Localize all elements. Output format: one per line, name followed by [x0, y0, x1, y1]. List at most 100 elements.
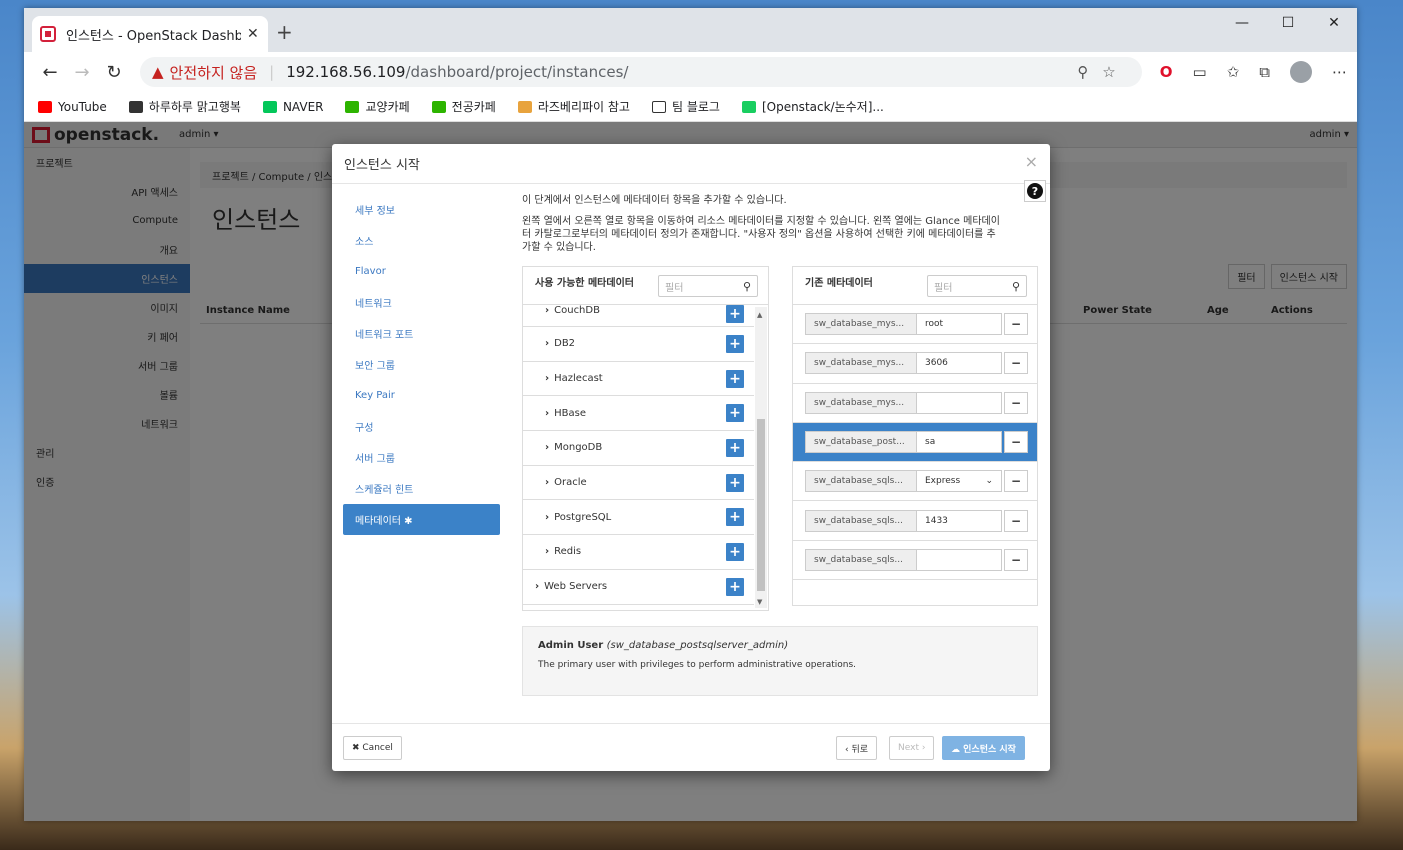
step-details[interactable]: 세부 정보 — [343, 194, 500, 225]
metadata-value-input[interactable]: 1433 — [917, 509, 1002, 532]
security-warning[interactable]: 안전하지 않음 — [170, 62, 258, 83]
remove-icon[interactable]: − — [1004, 470, 1028, 493]
zoom-favorite-icons[interactable]: ⚲☆ — [1077, 63, 1129, 81]
bookmark-label: YouTube — [58, 99, 107, 114]
add-icon[interactable]: + — [726, 542, 744, 561]
minimize-button[interactable]: — — [1219, 8, 1265, 38]
step-server-groups[interactable]: 서버 그룹 — [343, 442, 500, 473]
bookmark-raspberry[interactable]: 라즈베리파이 참고 — [517, 98, 630, 115]
metadata-value-input[interactable]: sa — [917, 431, 1002, 454]
forward-button[interactable]: → — [66, 62, 98, 83]
step-configuration[interactable]: 구성 — [343, 411, 500, 442]
url-field[interactable]: ▲ 안전하지 않음 | 192.168.56.109 /dashboard/pr… — [140, 57, 1142, 87]
tab-close-icon[interactable]: ✕ — [247, 26, 259, 42]
favorites-icon[interactable]: ✩ — [1227, 63, 1240, 81]
back-button[interactable]: ← — [34, 62, 66, 83]
existing-filter-input[interactable]: 필터 ⚲ — [927, 275, 1027, 297]
url-path: /dashboard/project/instances/ — [405, 63, 629, 81]
bookmark-team-blog[interactable]: 팀 블로그 — [651, 98, 720, 115]
bookmark-youtube[interactable]: YouTube — [38, 100, 107, 114]
help-button[interactable]: ? — [1024, 180, 1046, 202]
scroll-up-icon[interactable]: ▲ — [757, 311, 762, 319]
metadata-value-select[interactable]: Express ⌄ — [917, 470, 1002, 493]
add-icon[interactable]: + — [726, 334, 744, 353]
maximize-button[interactable]: ☐ — [1265, 8, 1311, 38]
profile-avatar[interactable] — [1290, 61, 1312, 83]
chevron-right-icon: › — [545, 511, 550, 523]
new-tab-button[interactable]: + — [276, 20, 293, 44]
launch-instance-submit-button[interactable]: ☁ 인스턴스 시작 — [942, 736, 1025, 760]
opera-extension-icon[interactable]: O — [1160, 63, 1173, 81]
list-item[interactable]: › MongoDB + — [523, 431, 754, 466]
metadata-row[interactable]: sw_database_mys... root − — [793, 305, 1037, 345]
list-item[interactable]: › DB2 + — [523, 327, 754, 362]
close-window-button[interactable]: ✕ — [1311, 8, 1357, 38]
list-item[interactable]: › PostgreSQL + — [523, 500, 754, 536]
step-security-groups[interactable]: 보안 그룹 — [343, 349, 500, 380]
cast-icon[interactable]: ▭ — [1193, 63, 1207, 81]
next-button[interactable]: Next › — [889, 736, 935, 760]
metadata-value-input[interactable]: root — [917, 313, 1002, 336]
chevron-right-icon: › — [545, 338, 550, 350]
remove-icon[interactable]: − — [1004, 548, 1028, 571]
info-title: Admin User (sw_database_postsqlserver_ad… — [538, 640, 1022, 651]
cancel-button[interactable]: ✖ Cancel — [343, 736, 402, 760]
step-scheduler-hints[interactable]: 스케쥴러 힌트 — [343, 473, 500, 504]
modal-close-button[interactable]: × — [1025, 152, 1038, 171]
add-icon[interactable]: + — [726, 508, 744, 527]
info-key: (sw_database_postsqlserver_admin) — [606, 640, 789, 651]
step-network-ports[interactable]: 네트워크 포트 — [343, 318, 500, 349]
scroll-thumb[interactable] — [757, 419, 765, 591]
step-networks[interactable]: 네트워크 — [343, 287, 500, 318]
step-flavor[interactable]: Flavor — [343, 256, 500, 287]
back-button[interactable]: ‹ 뒤로 — [836, 736, 878, 760]
bookmark-openstack[interactable]: [Openstack/논수저]... — [741, 98, 884, 115]
bookmark-1[interactable]: 하루하루 맑고행복 — [128, 98, 241, 115]
remove-icon[interactable]: − — [1004, 509, 1028, 532]
available-scrollbar[interactable]: ▲ ▼ — [755, 307, 767, 608]
metadata-value-input[interactable] — [917, 548, 1002, 571]
remove-icon[interactable]: − — [1004, 313, 1028, 336]
add-icon[interactable]: + — [726, 404, 744, 423]
available-filter-input[interactable]: 필터 ⚲ — [658, 275, 758, 297]
add-icon[interactable]: + — [726, 577, 744, 596]
intro-text: 이 단계에서 인스턴스에 메타데이터 항목을 추가할 수 있습니다. — [522, 195, 787, 206]
add-icon[interactable]: + — [726, 438, 744, 457]
metadata-key: sw_database_sqls... — [805, 509, 917, 532]
chevron-right-icon: › — [535, 581, 540, 593]
list-item[interactable]: › Web Servers + — [523, 570, 754, 605]
add-icon[interactable]: + — [726, 369, 744, 388]
metadata-value-input[interactable]: 3606 — [917, 352, 1002, 375]
metadata-row[interactable]: sw_database_sqls... 1433− — [793, 501, 1037, 541]
metadata-row[interactable]: sw_database_mys... 3606− — [793, 344, 1037, 384]
metadata-value-input[interactable] — [917, 391, 1002, 414]
remove-icon[interactable]: − — [1004, 391, 1028, 414]
bookmark-major-cafe[interactable]: 전공카페 — [431, 98, 496, 115]
collections-icon[interactable]: ⧉ — [1259, 63, 1270, 81]
scroll-down-icon[interactable]: ▼ — [757, 598, 762, 606]
step-key-pair[interactable]: Key Pair — [343, 380, 500, 411]
reload-button[interactable]: ↻ — [98, 62, 130, 83]
more-menu-icon[interactable]: ⋯ — [1332, 63, 1347, 81]
step-source[interactable]: 소스 — [343, 225, 500, 256]
list-item[interactable]: › Redis + — [523, 535, 754, 570]
list-item[interactable]: › Hazlecast + — [523, 362, 754, 397]
add-icon[interactable]: + — [726, 305, 744, 323]
metadata-key: sw_database_mys... — [805, 313, 917, 336]
list-item[interactable]: › Oracle + — [523, 466, 754, 501]
browser-tab[interactable]: 인스턴스 - OpenStack Dashboard ✕ — [32, 16, 268, 52]
metadata-row-selected[interactable]: sw_database_post... sa − — [793, 422, 1037, 463]
list-item[interactable]: › HBase + — [523, 396, 754, 432]
metadata-row[interactable]: sw_database_sqls... Express ⌄ − — [793, 462, 1037, 502]
item-label: DB2 — [554, 338, 576, 350]
step-metadata[interactable]: 메타데이터 ✱ — [343, 504, 500, 535]
list-item[interactable]: › CouchDB + — [523, 305, 754, 327]
remove-icon[interactable]: − — [1004, 431, 1028, 454]
bookmark-naver[interactable]: NAVER — [262, 100, 323, 114]
remove-icon[interactable]: − — [1004, 352, 1028, 375]
metadata-row[interactable]: sw_database_mys... − — [793, 384, 1037, 423]
warning-icon: ▲ — [152, 63, 164, 81]
add-icon[interactable]: + — [726, 473, 744, 492]
metadata-row[interactable]: sw_database_sqls... − — [793, 541, 1037, 581]
bookmark-cafe[interactable]: 교양카페 — [345, 98, 410, 115]
